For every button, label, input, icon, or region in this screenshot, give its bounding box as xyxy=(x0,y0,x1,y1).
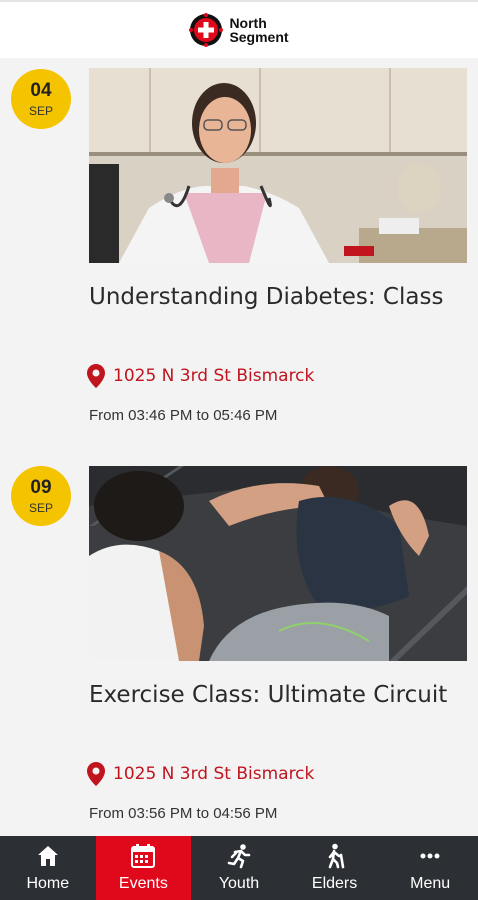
walker-icon xyxy=(328,843,344,869)
map-pin-icon xyxy=(87,364,105,388)
logo-mark-icon xyxy=(189,13,224,47)
event-time: From 03:56 PM to 04:56 PM xyxy=(89,805,278,822)
tab-elders[interactable]: Elders xyxy=(287,836,383,900)
date-badge: 09 SEP xyxy=(11,466,71,526)
brand-line-1: North xyxy=(229,15,267,31)
event-time: From 03:46 PM to 05:46 PM xyxy=(89,407,278,424)
tab-label: Events xyxy=(118,875,168,892)
date-day: 04 xyxy=(30,79,52,101)
event-location-text: 1025 N 3rd St Bismarck xyxy=(113,764,315,784)
tab-label: Youth xyxy=(218,875,260,892)
events-list[interactable]: 04 SEP Understanding Diabetes: Class 102… xyxy=(0,58,478,836)
event-location[interactable]: 1025 N 3rd St Bismarck xyxy=(87,762,314,786)
tab-label: Menu xyxy=(410,875,451,892)
event-location-text: 1025 N 3rd St Bismarck xyxy=(113,366,315,386)
date-day: 09 xyxy=(30,476,52,498)
runner-icon xyxy=(227,844,251,869)
tab-home[interactable]: Home xyxy=(0,836,96,900)
event-image[interactable] xyxy=(89,68,467,263)
date-month: SEP xyxy=(28,500,53,515)
tab-label: Elders xyxy=(311,875,358,892)
event-title[interactable]: Understanding Diabetes: Class xyxy=(89,281,459,314)
brand-name: North Segment xyxy=(229,16,288,44)
bottom-tab-bar: Home Events Youth Elders Menu xyxy=(0,836,478,900)
date-badge: 04 SEP xyxy=(11,69,71,129)
app-header: North Segment xyxy=(0,0,478,58)
map-pin-icon xyxy=(87,762,105,786)
calendar-icon xyxy=(131,844,156,868)
date-month: SEP xyxy=(28,103,53,118)
more-icon xyxy=(420,853,440,859)
tab-youth[interactable]: Youth xyxy=(191,836,287,900)
brand-line-2: Segment xyxy=(229,29,289,45)
home-icon xyxy=(37,846,58,866)
logo[interactable]: North Segment xyxy=(189,13,289,47)
tab-menu[interactable]: Menu xyxy=(382,836,478,900)
tab-events[interactable]: Events xyxy=(95,836,192,900)
event-image[interactable] xyxy=(89,466,467,661)
event-location[interactable]: 1025 N 3rd St Bismarck xyxy=(87,364,314,388)
event-title[interactable]: Exercise Class: Ultimate Circuit xyxy=(89,679,459,712)
tab-label: Home xyxy=(26,875,70,892)
